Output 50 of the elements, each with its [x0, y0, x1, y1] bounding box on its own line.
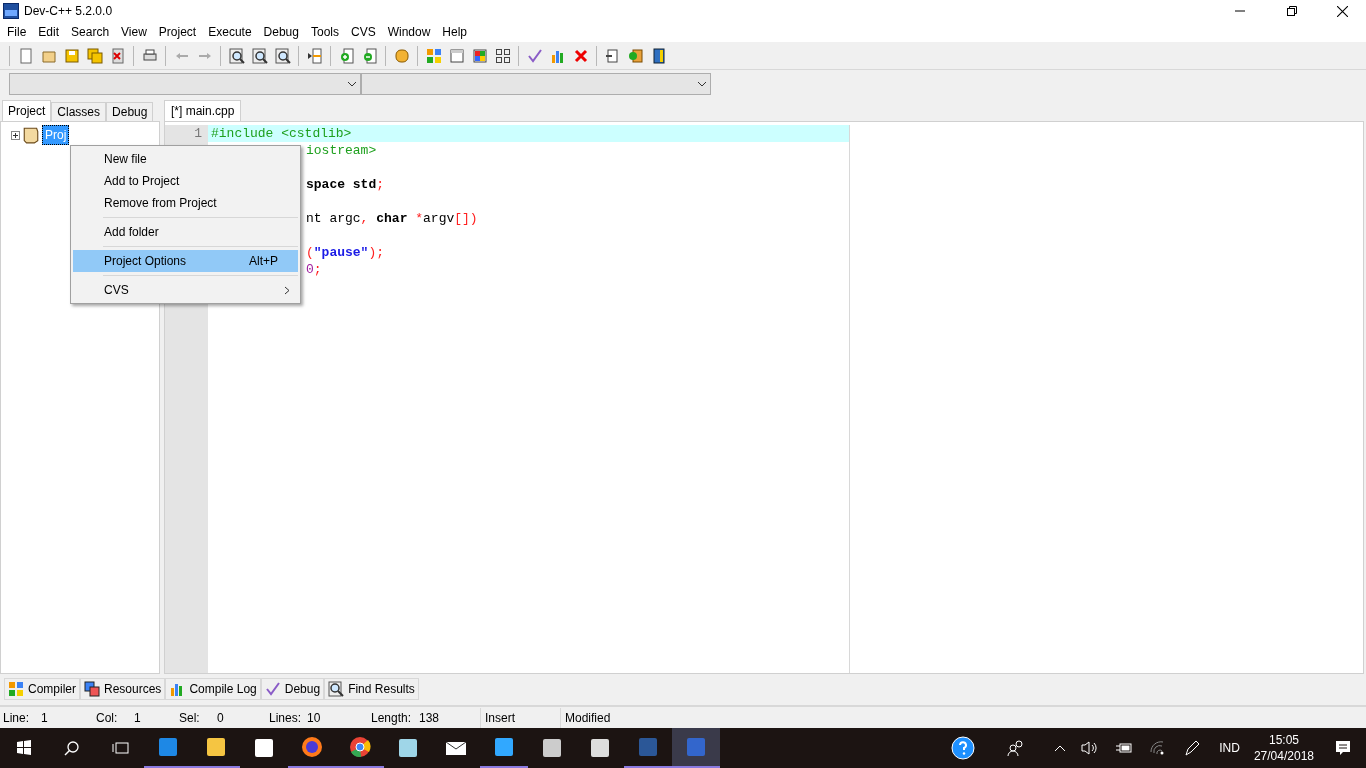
menu-item[interactable]: Search [65, 22, 116, 42]
menu-item[interactable]: Debug [257, 22, 305, 42]
code-line: ("pause"); [306, 245, 385, 260]
menu-item[interactable]: Tools [304, 22, 345, 42]
clock-date: 27/04/2018 [1253, 748, 1314, 764]
code-line: space std; [306, 177, 385, 192]
code-line: 0; [306, 262, 322, 277]
menu-item[interactable]: Add folder [73, 221, 298, 243]
panel-tab[interactable]: Debug [106, 102, 154, 121]
status-label: Col: [96, 709, 119, 727]
input-language[interactable]: IND [1219, 739, 1240, 757]
menu-item[interactable]: Window [381, 22, 437, 42]
output-tab[interactable]: Compiler [4, 678, 80, 700]
menu-item[interactable]: Execute [202, 22, 258, 42]
menu-item[interactable]: CVS [73, 279, 298, 301]
output-tab[interactable]: Find Results [324, 678, 419, 700]
status-value: 0 [217, 709, 224, 727]
editor-tab[interactable]: [*] main.cpp [164, 100, 242, 121]
menu-item[interactable]: File [1, 22, 33, 42]
status-label: Lines: [269, 709, 303, 727]
menu-item[interactable]: CVS [344, 22, 382, 42]
status-label: Length: [371, 709, 413, 727]
status-text: Modified [560, 707, 640, 728]
menu-item[interactable]: View [115, 22, 153, 42]
status-value: 1 [134, 709, 141, 727]
menu-item[interactable]: Help [436, 22, 474, 42]
line-number: 1 [193, 125, 202, 142]
panel-tab[interactable]: Classes [51, 102, 107, 121]
code-line: #include <cstdlib> [211, 126, 352, 141]
status-text: Insert [480, 707, 560, 728]
menu-item[interactable]: Edit [32, 22, 66, 42]
menu-item[interactable]: Project [152, 22, 203, 42]
panel-tab[interactable]: Project [2, 100, 52, 121]
output-tab[interactable]: Debug [260, 678, 325, 700]
menu-item[interactable]: New file [73, 148, 298, 170]
status-value: 1 [41, 709, 48, 727]
clock[interactable]: 15:05 27/04/2018 [1253, 732, 1314, 764]
status-label: Line: [3, 709, 31, 727]
menu-item[interactable]: Project Options Alt+P [73, 250, 298, 272]
output-tab[interactable]: Compile Log [165, 678, 261, 700]
menu-item[interactable]: Add to Project [73, 170, 298, 192]
status-label: Sel: [179, 709, 201, 727]
code-line: iostream> [306, 143, 377, 158]
output-tab[interactable]: Resources [80, 678, 166, 700]
code-line: nt argc, char *argv[]) [306, 211, 478, 226]
status-value: 138 [419, 709, 440, 727]
clock-time: 15:05 [1268, 732, 1299, 748]
window-title: Dev-C++ 5.2.0.0 [24, 3, 113, 20]
status-value: 10 [307, 709, 321, 727]
menu-item[interactable]: Remove from Project [73, 192, 298, 214]
